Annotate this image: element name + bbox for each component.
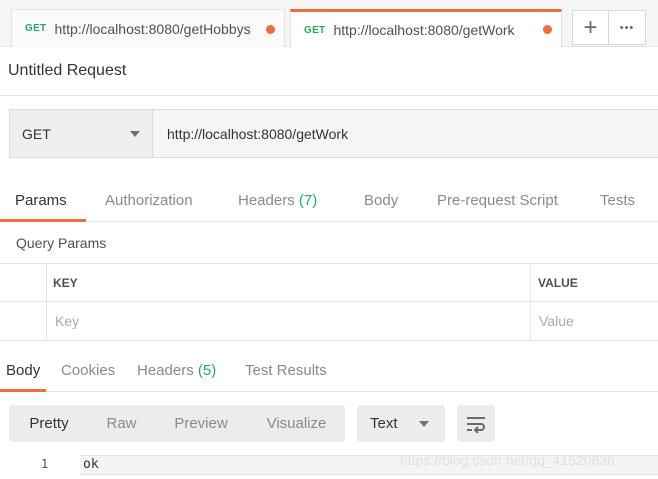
- table-header-row: KEY VALUE: [0, 264, 658, 302]
- wrap-lines-icon: [467, 416, 485, 433]
- chevron-down-icon: [130, 131, 140, 137]
- method-select[interactable]: GET: [9, 109, 153, 158]
- key-input[interactable]: Key: [55, 313, 79, 329]
- tab-method-label: GET: [304, 24, 326, 36]
- tab-pre-request-script[interactable]: Pre-request Script: [437, 192, 558, 209]
- tab-tests[interactable]: Tests: [600, 192, 635, 209]
- view-preview-button[interactable]: Preview: [154, 405, 248, 442]
- value-input[interactable]: Value: [539, 313, 574, 329]
- tab-method-label: GET: [25, 23, 47, 34]
- request-title[interactable]: Untitled Request: [8, 62, 126, 80]
- method-select-value: GET: [22, 125, 51, 142]
- tab-response-headers-label: Headers: [137, 362, 194, 379]
- watermark-text: https://blog.csdn.net/qq_41520636: [400, 452, 615, 468]
- more-tabs-button[interactable]: •••: [608, 10, 646, 45]
- wrap-lines-button[interactable]: [457, 405, 495, 442]
- table-row: Key Value: [0, 302, 658, 340]
- column-divider: [46, 264, 47, 341]
- tab-body[interactable]: Body: [364, 192, 398, 209]
- tab-test-results[interactable]: Test Results: [245, 362, 327, 379]
- more-icon: •••: [619, 21, 635, 34]
- response-headers-count-badge: (5): [197, 362, 217, 379]
- view-raw-button[interactable]: Raw: [89, 405, 154, 442]
- view-mode-group: Pretty Raw Preview Visualize: [9, 405, 345, 442]
- request-tab-getwork[interactable]: GET http://localhost:8080/getWork: [290, 9, 562, 48]
- request-tab-bar: GET http://localhost:8080/getHobbys GET …: [0, 0, 658, 48]
- tab-cookies[interactable]: Cookies: [61, 362, 115, 379]
- add-tab-button[interactable]: +: [572, 10, 609, 45]
- params-table: KEY VALUE Key Value: [0, 263, 658, 341]
- plus-icon: +: [583, 13, 598, 41]
- divider: [0, 95, 658, 96]
- chevron-down-icon: [419, 421, 429, 427]
- tab-url-label: http://localhost:8080/getWork: [333, 22, 515, 38]
- line-number: 1: [41, 457, 49, 471]
- unsaved-dot-icon: [266, 25, 275, 34]
- headers-count-badge: (7): [298, 192, 318, 209]
- tab-url-label: http://localhost:8080/getHobbys: [54, 20, 251, 37]
- tab-authorization[interactable]: Authorization: [105, 192, 193, 209]
- response-tabs: Body Cookies Headers (5) Test Results: [0, 352, 658, 392]
- request-tabs: Params Authorization Headers (7) Body Pr…: [0, 182, 658, 222]
- tab-headers[interactable]: Headers (7): [238, 192, 317, 209]
- query-params-heading: Query Params: [16, 235, 107, 251]
- response-body-text[interactable]: ok: [83, 457, 99, 472]
- column-header-key: KEY: [53, 276, 78, 290]
- active-tab-indicator: [0, 389, 46, 392]
- column-divider: [530, 264, 531, 341]
- view-visualize-button[interactable]: Visualize: [248, 405, 345, 442]
- tab-response-headers[interactable]: Headers (5): [137, 362, 216, 379]
- column-header-value: VALUE: [538, 276, 578, 290]
- tab-params[interactable]: Params: [15, 192, 67, 209]
- request-tab-gethobbys[interactable]: GET http://localhost:8080/getHobbys: [11, 9, 285, 47]
- format-select[interactable]: Text: [357, 405, 445, 442]
- tab-headers-label: Headers: [238, 192, 295, 209]
- active-tab-indicator: [0, 219, 86, 222]
- unsaved-dot-icon: [543, 25, 552, 34]
- format-select-value: Text: [370, 415, 398, 432]
- tab-response-body[interactable]: Body: [6, 362, 40, 379]
- url-input[interactable]: http://localhost:8080/getWork: [152, 109, 658, 158]
- view-pretty-button[interactable]: Pretty: [9, 405, 89, 442]
